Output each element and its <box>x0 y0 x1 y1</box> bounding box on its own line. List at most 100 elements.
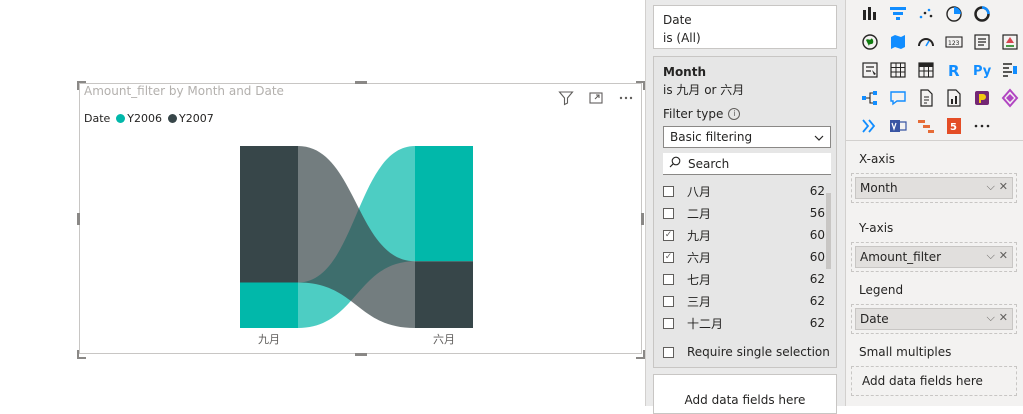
filter-list-item[interactable]: ✓ 六月 60 <box>663 246 831 268</box>
filter-value-list: 八月 62 二月 56 ✓ 九月 60 ✓ 六月 60 七月 62 三月 62 十二月 62 <box>663 180 831 334</box>
checkbox-checked[interactable]: ✓ <box>663 229 674 241</box>
card-icon[interactable]: 123 <box>940 28 968 56</box>
bar-y2007-1[interactable] <box>415 261 473 328</box>
smart-narrative-icon[interactable] <box>912 84 940 112</box>
filled-map-icon[interactable] <box>884 28 912 56</box>
matrix-icon[interactable] <box>912 56 940 84</box>
checkbox[interactable] <box>663 295 674 307</box>
xaxis-well[interactable]: Month ⌵ ✕ <box>851 173 1017 203</box>
gantt-icon[interactable] <box>912 112 940 140</box>
filter-card-field: Date <box>663 13 692 27</box>
filter-list-item[interactable]: 三月 62 <box>663 290 831 312</box>
python-visual-icon[interactable]: Py <box>968 56 996 84</box>
funnel-chart-icon[interactable] <box>884 0 912 28</box>
scatter-chart-icon[interactable] <box>912 0 940 28</box>
checkbox[interactable] <box>663 346 674 358</box>
close-icon[interactable]: ✕ <box>999 180 1008 194</box>
close-icon[interactable]: ✕ <box>999 311 1008 325</box>
donut-chart-icon[interactable] <box>968 0 996 28</box>
ribbon-chart-visual[interactable]: Amount_filter by Month and Date Date Y20… <box>79 83 642 354</box>
more-visuals-icon[interactable] <box>856 112 884 140</box>
list-scrollbar[interactable] <box>826 193 831 269</box>
resize-handle-left[interactable] <box>77 213 80 225</box>
require-single-selection[interactable]: Require single selection <box>663 345 830 359</box>
filter-item-label: 六月 <box>687 250 712 265</box>
xaxis-field-name: Month <box>860 181 898 195</box>
gauge-icon[interactable] <box>912 28 940 56</box>
legend-field-pill[interactable]: Date ⌵ ✕ <box>855 308 1013 330</box>
paginated-report-icon[interactable] <box>940 84 968 112</box>
filter-item-count: 62 <box>809 316 825 330</box>
filter-item-label: 八月 <box>687 184 712 199</box>
filter-card-date[interactable]: Date is (All) <box>653 5 837 49</box>
filter-item-count: 60 <box>809 250 825 264</box>
r-visual-icon[interactable]: R <box>940 56 968 84</box>
stacked-column-chart-icon[interactable] <box>856 0 884 28</box>
kpi-icon[interactable] <box>996 28 1023 56</box>
filter-item-count: 62 <box>809 294 825 308</box>
table-icon[interactable] <box>884 56 912 84</box>
add-data-fields-label: Add data fields here <box>684 393 806 407</box>
close-icon[interactable]: ✕ <box>999 249 1008 263</box>
pie-chart-icon[interactable] <box>940 0 968 28</box>
resize-handle-right[interactable] <box>641 213 644 225</box>
legend-field-name: Date <box>860 312 889 326</box>
bar-y2006-0[interactable] <box>240 282 298 329</box>
html-icon[interactable]: 5 <box>940 112 968 140</box>
svg-text:Py: Py <box>973 64 992 79</box>
bar-y2007-0[interactable] <box>240 146 298 283</box>
add-data-fields-well[interactable]: Add data fields here <box>653 374 837 414</box>
checkbox[interactable] <box>663 273 674 285</box>
chevron-down-icon[interactable]: ⌵ <box>986 311 994 325</box>
filter-list-item[interactable]: 十二月 62 <box>663 312 831 334</box>
resize-handle-top[interactable] <box>355 81 367 84</box>
multi-row-card-icon[interactable] <box>968 28 996 56</box>
xaxis-field-pill[interactable]: Month ⌵ ✕ <box>855 177 1013 199</box>
filter-type-dropdown[interactable]: Basic filtering <box>663 126 831 148</box>
legend-well-label: Legend <box>859 283 904 297</box>
filter-search-input[interactable]: Search <box>663 153 831 175</box>
power-automate-icon[interactable] <box>996 84 1023 112</box>
xaxis-label: X-axis <box>859 152 895 166</box>
filter-item-label: 三月 <box>687 294 712 309</box>
resize-handle-bottom-right[interactable] <box>636 350 645 359</box>
checkbox-checked[interactable]: ✓ <box>663 251 674 263</box>
filter-list-item[interactable]: 七月 62 <box>663 268 831 290</box>
decomposition-tree-icon[interactable] <box>856 84 884 112</box>
visio-icon[interactable] <box>884 112 912 140</box>
small-multiples-label: Small multiples <box>859 345 952 359</box>
slicer-icon[interactable] <box>856 56 884 84</box>
filter-type-text: Filter type <box>663 107 724 121</box>
info-icon[interactable]: i <box>728 108 741 120</box>
legend-well[interactable]: Date ⌵ ✕ <box>851 304 1017 334</box>
resize-handle-bottom-left[interactable] <box>77 350 86 359</box>
chevron-down-icon <box>814 130 824 144</box>
small-multiples-well[interactable]: Add data fields here <box>851 366 1017 396</box>
resize-handle-top-right[interactable] <box>636 81 645 90</box>
checkbox[interactable] <box>663 185 674 197</box>
visualizations-pane: 123 R Py 5 X-axis Month ⌵ ✕ Y-axis Amount_fi… <box>845 0 1023 406</box>
chevron-down-icon[interactable]: ⌵ <box>986 249 994 263</box>
key-influencers-icon[interactable] <box>996 56 1023 84</box>
filter-list-item[interactable]: 二月 56 <box>663 202 831 224</box>
bar-y2006-1[interactable] <box>415 146 473 262</box>
yaxis-field-pill[interactable]: Amount_filter ⌵ ✕ <box>855 246 1013 268</box>
divider <box>846 140 1023 141</box>
more-options-icon[interactable] <box>968 112 996 140</box>
checkbox[interactable] <box>663 207 674 219</box>
filter-card-month[interactable]: Month is 九月 or 六月 Filter type i Basic fi… <box>653 56 837 368</box>
resize-handle-bottom[interactable] <box>355 353 367 356</box>
filter-list-item[interactable]: ✓ 九月 60 <box>663 224 831 246</box>
filter-card-state: is (All) <box>663 31 701 45</box>
x-axis-tick-label: 六月 <box>433 333 455 346</box>
qa-icon[interactable] <box>884 84 912 112</box>
filter-item-label: 二月 <box>687 206 712 221</box>
checkbox[interactable] <box>663 317 674 329</box>
resize-handle-top-left[interactable] <box>77 81 86 90</box>
power-apps-icon[interactable] <box>968 84 996 112</box>
chevron-down-icon[interactable]: ⌵ <box>986 180 994 194</box>
filter-list-item[interactable]: 八月 62 <box>663 180 831 202</box>
map-icon[interactable] <box>856 28 884 56</box>
yaxis-well[interactable]: Amount_filter ⌵ ✕ <box>851 242 1017 272</box>
ribbon-chart-plot: 九月 六月 <box>240 146 473 346</box>
